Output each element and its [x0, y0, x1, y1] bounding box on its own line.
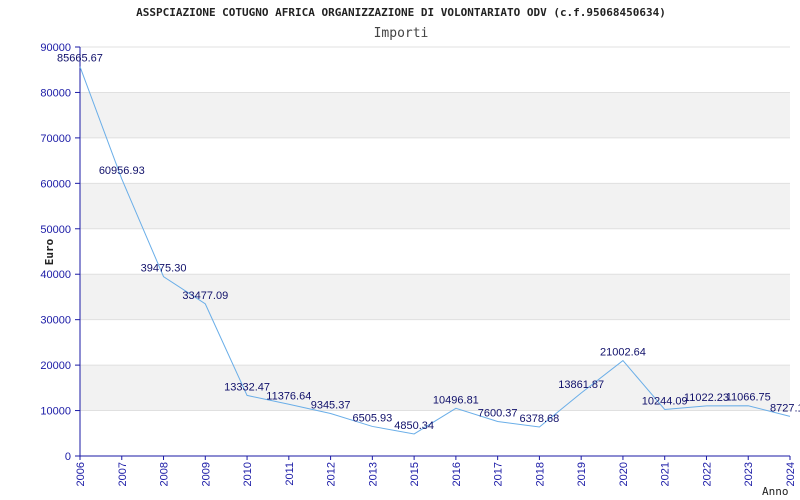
- data-label: 39475.30: [141, 263, 187, 275]
- x-tick-label: 2008: [159, 462, 171, 486]
- data-label: 10496.81: [433, 394, 479, 406]
- data-label: 13332.47: [224, 381, 270, 393]
- x-tick-label: 2020: [618, 462, 630, 486]
- x-tick-label: 2015: [409, 462, 421, 486]
- x-tick-label: 2010: [242, 462, 254, 486]
- x-tick-label: 2011: [284, 462, 296, 486]
- y-tick-label: 80000: [40, 87, 71, 99]
- x-tick-label: 2006: [75, 462, 87, 486]
- x-tick-label: 2024: [785, 462, 797, 486]
- grid-band: [80, 183, 790, 229]
- y-tick-label: 50000: [40, 224, 71, 236]
- chart-title: ASSPCIAZIONE COTUGNO AFRICA ORGANIZZAZIO…: [136, 6, 666, 19]
- y-tick-label: 10000: [40, 406, 71, 418]
- grid-band: [80, 92, 790, 138]
- background-bands: [80, 92, 790, 411]
- data-label: 13861.87: [558, 379, 604, 391]
- y-tick-label: 0: [65, 451, 71, 463]
- data-label: 11022.23: [684, 392, 729, 404]
- data-label: 21002.64: [600, 347, 646, 359]
- y-axis-label: Euro: [43, 238, 56, 265]
- x-tick-label: 2016: [451, 462, 463, 486]
- y-tick-label: 60000: [40, 178, 71, 190]
- x-tick-label: 2019: [576, 462, 588, 486]
- x-axis-label: Anno: [762, 485, 789, 498]
- data-label: 6378.68: [520, 413, 560, 425]
- y-tick-label: 20000: [40, 360, 71, 372]
- data-label: 9345.37: [311, 400, 351, 412]
- y-tick-label: 70000: [40, 133, 71, 145]
- x-tick-label: 2007: [117, 462, 129, 486]
- data-label: 6505.93: [352, 412, 392, 424]
- chart-subtitle: Importi: [374, 26, 429, 41]
- data-label: 7600.37: [478, 407, 518, 419]
- x-tick-label: 2013: [367, 462, 379, 486]
- x-tick-label: 2017: [493, 462, 505, 486]
- data-label: 60956.93: [99, 165, 145, 177]
- x-tick-label: 2009: [200, 462, 212, 486]
- data-label: 33477.09: [182, 290, 228, 302]
- data-label: 11376.64: [266, 390, 311, 402]
- x-tick-label: 2012: [326, 462, 338, 486]
- x-tick-label: 2018: [534, 462, 546, 486]
- data-label: 8727.12: [770, 402, 800, 414]
- data-label: 10244.09: [642, 395, 688, 407]
- x-tick-label: 2022: [701, 462, 713, 486]
- x-tick-label: 2021: [660, 462, 672, 486]
- y-tick-label: 30000: [40, 315, 71, 327]
- line-chart: 0 10000 20000 30000 40000 50000 60000 70000 8000…: [40, 6, 800, 498]
- data-label: 85665.67: [57, 53, 103, 65]
- data-label: 4850.34: [394, 420, 434, 432]
- y-tick-label: 40000: [40, 269, 71, 281]
- x-tick-labels: 2006 2007 2008 2009 2010 2011 2012 2013 2015 2016…: [75, 456, 797, 486]
- data-label: 11066.75: [726, 392, 771, 404]
- x-tick-label: 2023: [743, 462, 755, 486]
